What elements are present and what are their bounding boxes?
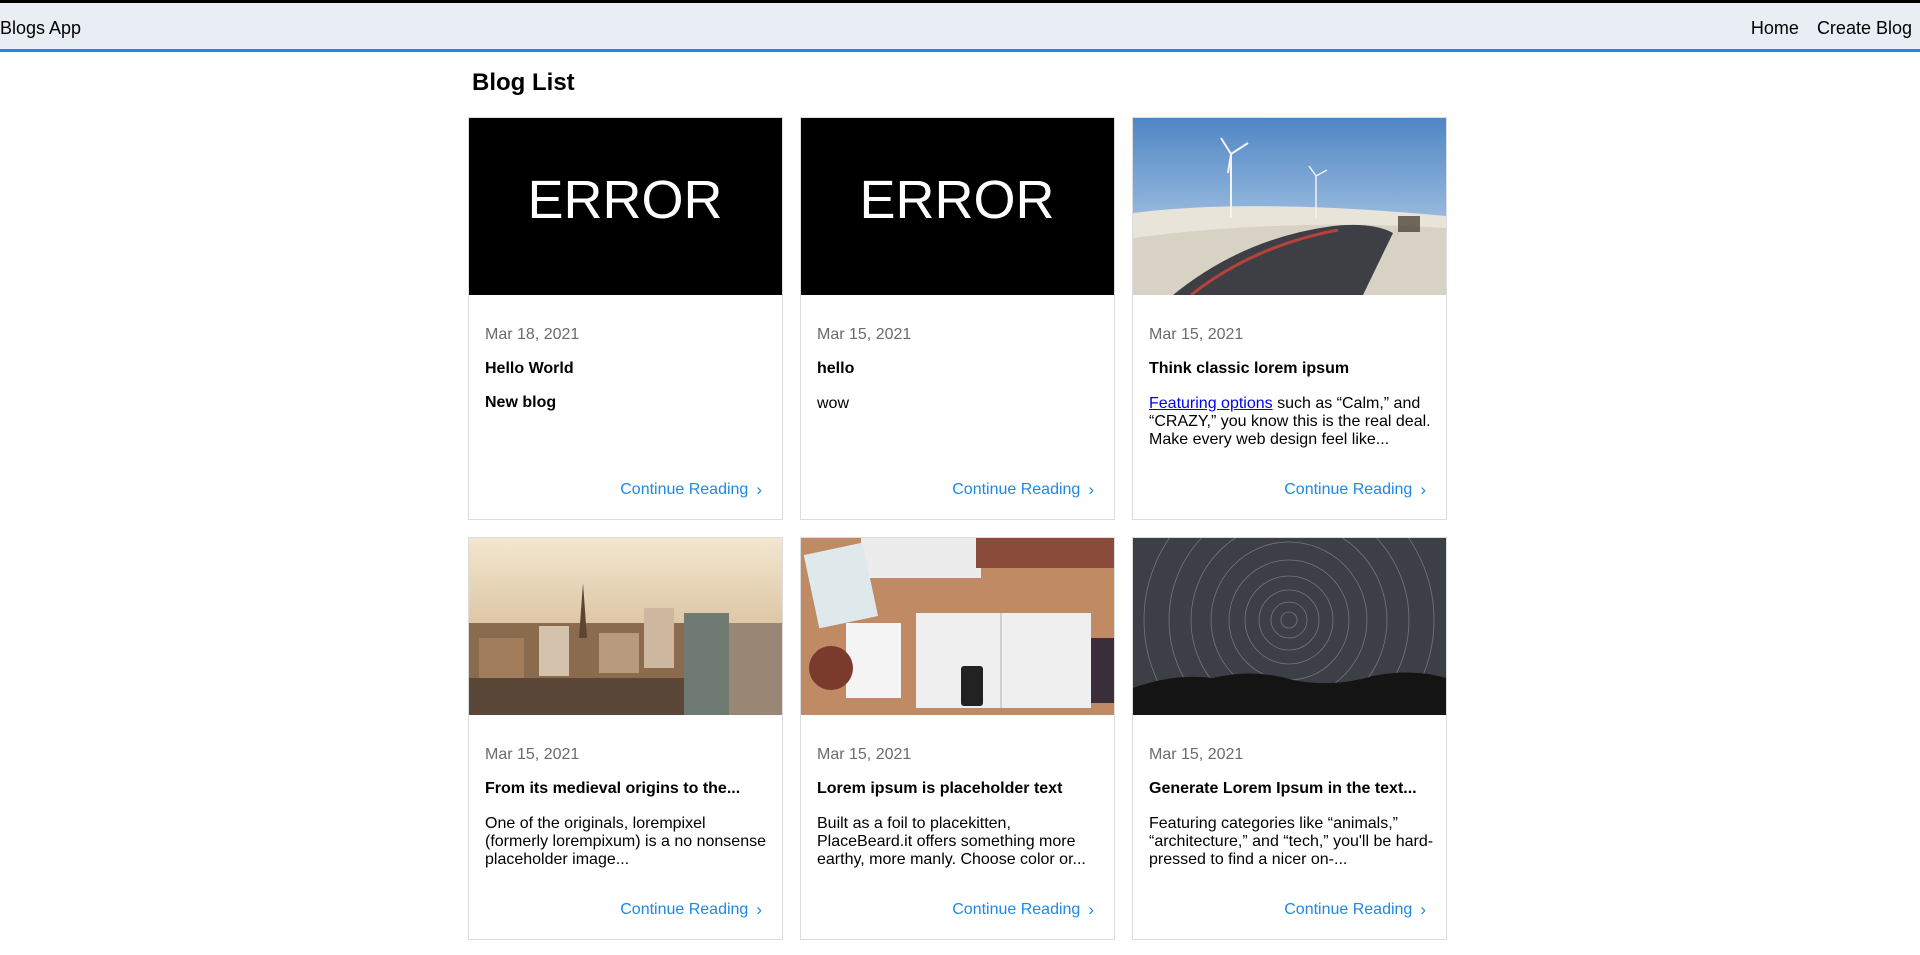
- blog-title[interactable]: Lorem ipsum is placeholder text: [817, 780, 1102, 798]
- blog-image-desk[interactable]: [801, 538, 1114, 715]
- error-image-text: ERROR: [527, 170, 722, 230]
- blog-image-wind-turbines[interactable]: [1133, 118, 1446, 295]
- chevron-right-icon: ›: [1088, 900, 1094, 919]
- blog-image-city[interactable]: [469, 538, 782, 715]
- blog-excerpt: Featuring categories like “animals,” “ar…: [1149, 815, 1434, 868]
- continue-reading-link[interactable]: Continue Reading ›: [620, 901, 762, 919]
- continue-reading-label: Continue Reading: [620, 901, 749, 918]
- top-navbar: Blogs App Home Create Blog: [0, 0, 1920, 52]
- blog-title[interactable]: Hello World: [485, 360, 770, 378]
- app-brand[interactable]: Blogs App: [0, 18, 81, 39]
- blog-excerpt: New blog: [485, 394, 557, 411]
- blog-date: Mar 15, 2021: [1149, 326, 1244, 343]
- blog-card: ERROR Mar 15, 2021 hello wow Continue Re…: [800, 117, 1115, 520]
- continue-reading-link[interactable]: Continue Reading ›: [1284, 481, 1426, 499]
- chevron-right-icon: ›: [1420, 480, 1426, 499]
- blog-title[interactable]: Think classic lorem ipsum: [1149, 360, 1434, 378]
- chevron-right-icon: ›: [756, 480, 762, 499]
- blog-title[interactable]: hello: [817, 360, 1102, 378]
- page-title: Blog List: [472, 69, 575, 96]
- blog-excerpt: Built as a foil to placekitten, PlaceBea…: [817, 815, 1086, 868]
- blog-date: Mar 18, 2021: [485, 326, 580, 343]
- chevron-right-icon: ›: [756, 900, 762, 919]
- continue-reading-label: Continue Reading: [1284, 901, 1413, 918]
- nav-create-blog-link[interactable]: Create Blog: [1817, 18, 1912, 39]
- chevron-right-icon: ›: [1420, 900, 1426, 919]
- nav-links: Home Create Blog: [1751, 18, 1912, 39]
- blog-excerpt: wow: [817, 395, 850, 412]
- blog-grid: ERROR Mar 18, 2021 Hello World New blog …: [468, 117, 1448, 940]
- blog-card: ERROR Mar 18, 2021 Hello World New blog …: [468, 117, 783, 520]
- continue-reading-link[interactable]: Continue Reading ›: [620, 481, 762, 499]
- blog-image-star-trails[interactable]: [1133, 538, 1446, 715]
- blog-date: Mar 15, 2021: [485, 746, 580, 763]
- blog-image-error[interactable]: ERROR: [469, 118, 782, 295]
- blog-title[interactable]: Generate Lorem Ipsum in the text...: [1149, 780, 1434, 798]
- blog-card: Mar 15, 2021 Generate Lorem Ipsum in the…: [1132, 537, 1447, 940]
- continue-reading-link[interactable]: Continue Reading ›: [952, 481, 1094, 499]
- continue-reading-label: Continue Reading: [620, 481, 749, 498]
- blog-date: Mar 15, 2021: [1149, 746, 1244, 763]
- chevron-right-icon: ›: [1088, 480, 1094, 499]
- continue-reading-link[interactable]: Continue Reading ›: [952, 901, 1094, 919]
- blog-date: Mar 15, 2021: [817, 746, 912, 763]
- nav-home-link[interactable]: Home: [1751, 18, 1799, 39]
- blog-card: Mar 15, 2021 Lorem ipsum is placeholder …: [800, 537, 1115, 940]
- blog-excerpt: Featuring options such as “Calm,” and “C…: [1149, 395, 1434, 449]
- continue-reading-label: Continue Reading: [952, 901, 1081, 918]
- continue-reading-label: Continue Reading: [952, 481, 1081, 498]
- continue-reading-link[interactable]: Continue Reading ›: [1284, 901, 1426, 919]
- blog-title[interactable]: From its medieval origins to the...: [485, 780, 770, 798]
- blog-excerpt: One of the originals, lorempixel (former…: [485, 815, 766, 868]
- error-image-text: ERROR: [859, 170, 1054, 230]
- excerpt-link[interactable]: Featuring options: [1149, 395, 1273, 412]
- continue-reading-label: Continue Reading: [1284, 481, 1413, 498]
- blog-date: Mar 15, 2021: [817, 326, 912, 343]
- blog-image-error[interactable]: ERROR: [801, 118, 1114, 295]
- blog-card: Mar 15, 2021 From its medieval origins t…: [468, 537, 783, 940]
- blog-card: Mar 15, 2021 Think classic lorem ipsum F…: [1132, 117, 1447, 520]
